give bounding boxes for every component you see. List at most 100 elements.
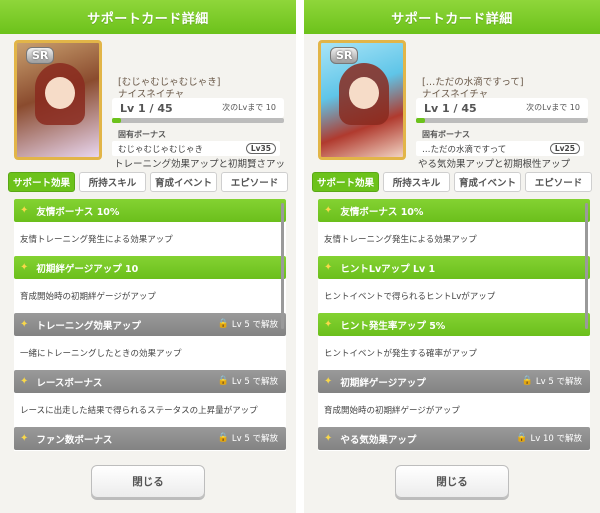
tab-bar: サポート効果 所持スキル 育成イベント エピソード	[312, 172, 592, 192]
card-info: SR ♨ […ただの水滴ですって] ナイスネイチャ Lv 1 / 45 次のLv…	[304, 34, 600, 170]
effect-name: ヒント発生率アップ 5%	[340, 320, 446, 332]
effect-desc: 友情トレーニング発生による効果アップ	[20, 235, 173, 245]
sparkle-icon: ✦	[324, 376, 333, 387]
effects-list[interactable]: ✦ 友情ボーナス 10% 友情トレーニング発生による効果アップ ✦ 初期絆ゲージアッ…	[14, 199, 286, 451]
portrait-face	[45, 77, 75, 109]
close-button[interactable]: 閉じる	[395, 465, 509, 498]
effect-name: 友情ボーナス 10%	[36, 206, 120, 218]
level-text: Lv 1 / 45	[120, 101, 173, 115]
footer: 閉じる	[304, 452, 600, 513]
unique-bonus-name: むじゃむじゃむじゃき Lv35	[112, 141, 280, 156]
card-portrait: SR ♨	[318, 40, 406, 160]
effect-item: ✦ ヒント発生率アップ 5% ヒントイベントが発生する確率がアップ	[318, 313, 590, 370]
tab-episode[interactable]: エピソード	[221, 172, 288, 192]
effect-item: ✦ やる気効果アップ 🔒 Lv 10 で解放	[318, 427, 590, 450]
sparkle-icon: ✦	[324, 205, 333, 216]
tab-training-events[interactable]: 育成イベント	[454, 172, 521, 192]
effect-desc: ヒントイベントが発生する確率がアップ	[324, 349, 478, 359]
rarity-badge: SR	[330, 47, 359, 64]
lock-icon: 🔒	[217, 319, 229, 329]
tab-support-effects[interactable]: サポート効果	[8, 172, 75, 192]
next-level-text: 次のLvまで 10	[526, 103, 580, 112]
effect-name: ヒントLvアップ Lv 1	[340, 263, 436, 275]
effect-name: 初期絆ゲージアップ	[340, 377, 426, 389]
effect-item: ✦ ヒントLvアップ Lv 1 ヒントイベントで得られるヒントLvがアップ	[318, 256, 590, 313]
effect-desc: 友情トレーニング発生による効果アップ	[324, 235, 477, 245]
panel-title: サポートカード詳細	[304, 0, 600, 34]
unlock-level: 🔒 Lv 5 で解放	[218, 432, 278, 444]
effect-header: ✦ ヒントLvアップ Lv 1	[318, 256, 590, 279]
portrait-face	[349, 77, 379, 109]
lock-icon: 🔒	[516, 433, 528, 443]
effect-desc: 育成開始時の初期絆ゲージがアップ	[324, 406, 460, 416]
guts-icon: ♨	[403, 47, 406, 65]
tab-skills[interactable]: 所持スキル	[383, 172, 450, 192]
level-box: Lv 1 / 45 次のLvまで 10	[416, 98, 588, 118]
footer: 閉じる	[0, 452, 296, 513]
effect-desc: 育成開始時の初期絆ゲージがアップ	[20, 292, 156, 302]
level-progress-bar	[112, 118, 284, 123]
tab-bar: サポート効果 所持スキル 育成イベント エピソード	[8, 172, 288, 192]
unique-name-text: …ただの水滴ですって	[422, 144, 507, 155]
card-info: SR ≡ [むじゃむじゃむじゃき] ナイスネイチャ Lv 1 / 45 次のLv…	[0, 34, 296, 184]
effect-item: ✦ トレーニング効果アップ 🔒 Lv 5 で解放 一緒にトレーニングしたときの効果ア…	[14, 313, 286, 370]
effect-name: やる気効果アップ	[340, 434, 417, 446]
effect-item: ✦ 初期絆ゲージアップ 10 育成開始時の初期絆ゲージがアップ	[14, 256, 286, 313]
sparkle-icon: ✦	[20, 319, 29, 330]
effect-header: ✦ 初期絆ゲージアップ 10	[14, 256, 286, 279]
unique-desc-line-1: やる気効果アップと初期根性アップ	[418, 159, 571, 170]
sparkle-icon: ✦	[324, 262, 333, 273]
effect-desc: レースに出走した結果で得られるステータスの上昇量がアップ	[20, 406, 258, 416]
effect-desc: ヒントイベントで得られるヒントLvがアップ	[324, 292, 496, 302]
level-progress-bar	[416, 118, 588, 123]
effect-desc: 一緒にトレーニングしたときの効果アップ	[20, 349, 182, 359]
effect-item: ✦ 友情ボーナス 10% 友情トレーニング発生による効果アップ	[14, 199, 286, 256]
level-progress-fill	[112, 118, 121, 123]
effect-item: ✦ 友情ボーナス 10% 友情トレーニング発生による効果アップ	[318, 199, 590, 256]
effect-name: トレーニング効果アップ	[36, 320, 141, 332]
level-box: Lv 1 / 45 次のLvまで 10	[112, 98, 284, 118]
effect-item: ✦ ファン数ボーナス 🔒 Lv 5 で解放	[14, 427, 286, 450]
unique-name-text: むじゃむじゃむじゃき	[118, 144, 204, 155]
support-card-detail-panel-left: サポートカード詳細 SR ≡ [むじゃむじゃむじゃき] ナイスネイチャ Lv 1…	[0, 0, 296, 513]
effect-name: 初期絆ゲージアップ 10	[36, 263, 139, 275]
sparkle-icon: ✦	[324, 433, 333, 444]
effect-header: ✦ ヒント発生率アップ 5%	[318, 313, 590, 336]
scrollbar[interactable]	[281, 203, 284, 329]
tab-support-effects[interactable]: サポート効果	[312, 172, 379, 192]
close-button[interactable]: 閉じる	[91, 465, 205, 498]
unlock-text: Lv 5 で解放	[231, 377, 278, 387]
unique-lv-badge: Lv35	[245, 143, 276, 154]
rarity-badge: SR	[26, 47, 55, 64]
unique-bonus-name: …ただの水滴ですって Lv25	[416, 141, 584, 156]
tab-skills[interactable]: 所持スキル	[79, 172, 146, 192]
effect-item: ✦ 初期絆ゲージアップ 🔒 Lv 5 で解放 育成開始時の初期絆ゲージがアップ	[318, 370, 590, 427]
effects-list[interactable]: ✦ 友情ボーナス 10% 友情トレーニング発生による効果アップ ✦ ヒントLvアップ…	[318, 199, 590, 451]
scrollbar[interactable]	[585, 203, 588, 329]
effect-header: ✦ 友情ボーナス 10%	[318, 199, 590, 222]
lock-icon: 🔒	[217, 433, 229, 443]
unique-desc-line-1: トレーニング効果アップと初期賢さアッ	[114, 159, 286, 170]
tab-training-events[interactable]: 育成イベント	[150, 172, 217, 192]
lock-icon: 🔒	[217, 376, 229, 386]
effect-name: ファン数ボーナス	[36, 434, 113, 446]
unlock-level: 🔒 Lv 5 で解放	[218, 375, 278, 387]
unlock-text: Lv 5 で解放	[535, 377, 582, 387]
unlock-text: Lv 5 で解放	[231, 320, 278, 330]
level-progress-fill	[416, 118, 425, 123]
effect-header: ✦ 友情ボーナス 10%	[14, 199, 286, 222]
sparkle-icon: ✦	[20, 433, 29, 444]
unique-bonus-desc: やる気効果アップと初期根性アップ	[418, 156, 570, 170]
unlock-text: Lv 10 で解放	[530, 434, 583, 444]
unique-bonus-label: 固有ボーナス	[422, 130, 470, 139]
unlock-level: 🔒 Lv 10 で解放	[516, 432, 582, 444]
sparkle-icon: ✦	[20, 205, 29, 216]
effect-name: レースボーナス	[36, 377, 103, 389]
support-card-detail-panel-right: サポートカード詳細 SR ♨ […ただの水滴ですって] ナイスネイチャ Lv 1…	[304, 0, 600, 513]
effect-item: ✦ レースボーナス 🔒 Lv 5 で解放 レースに出走した結果で得られるステータスの…	[14, 370, 286, 427]
tab-episode[interactable]: エピソード	[525, 172, 592, 192]
unlock-level: 🔒 Lv 5 で解放	[218, 318, 278, 330]
card-portrait: SR ≡	[14, 40, 102, 160]
next-level-text: 次のLvまで 10	[222, 103, 276, 112]
lock-icon: 🔒	[521, 376, 533, 386]
